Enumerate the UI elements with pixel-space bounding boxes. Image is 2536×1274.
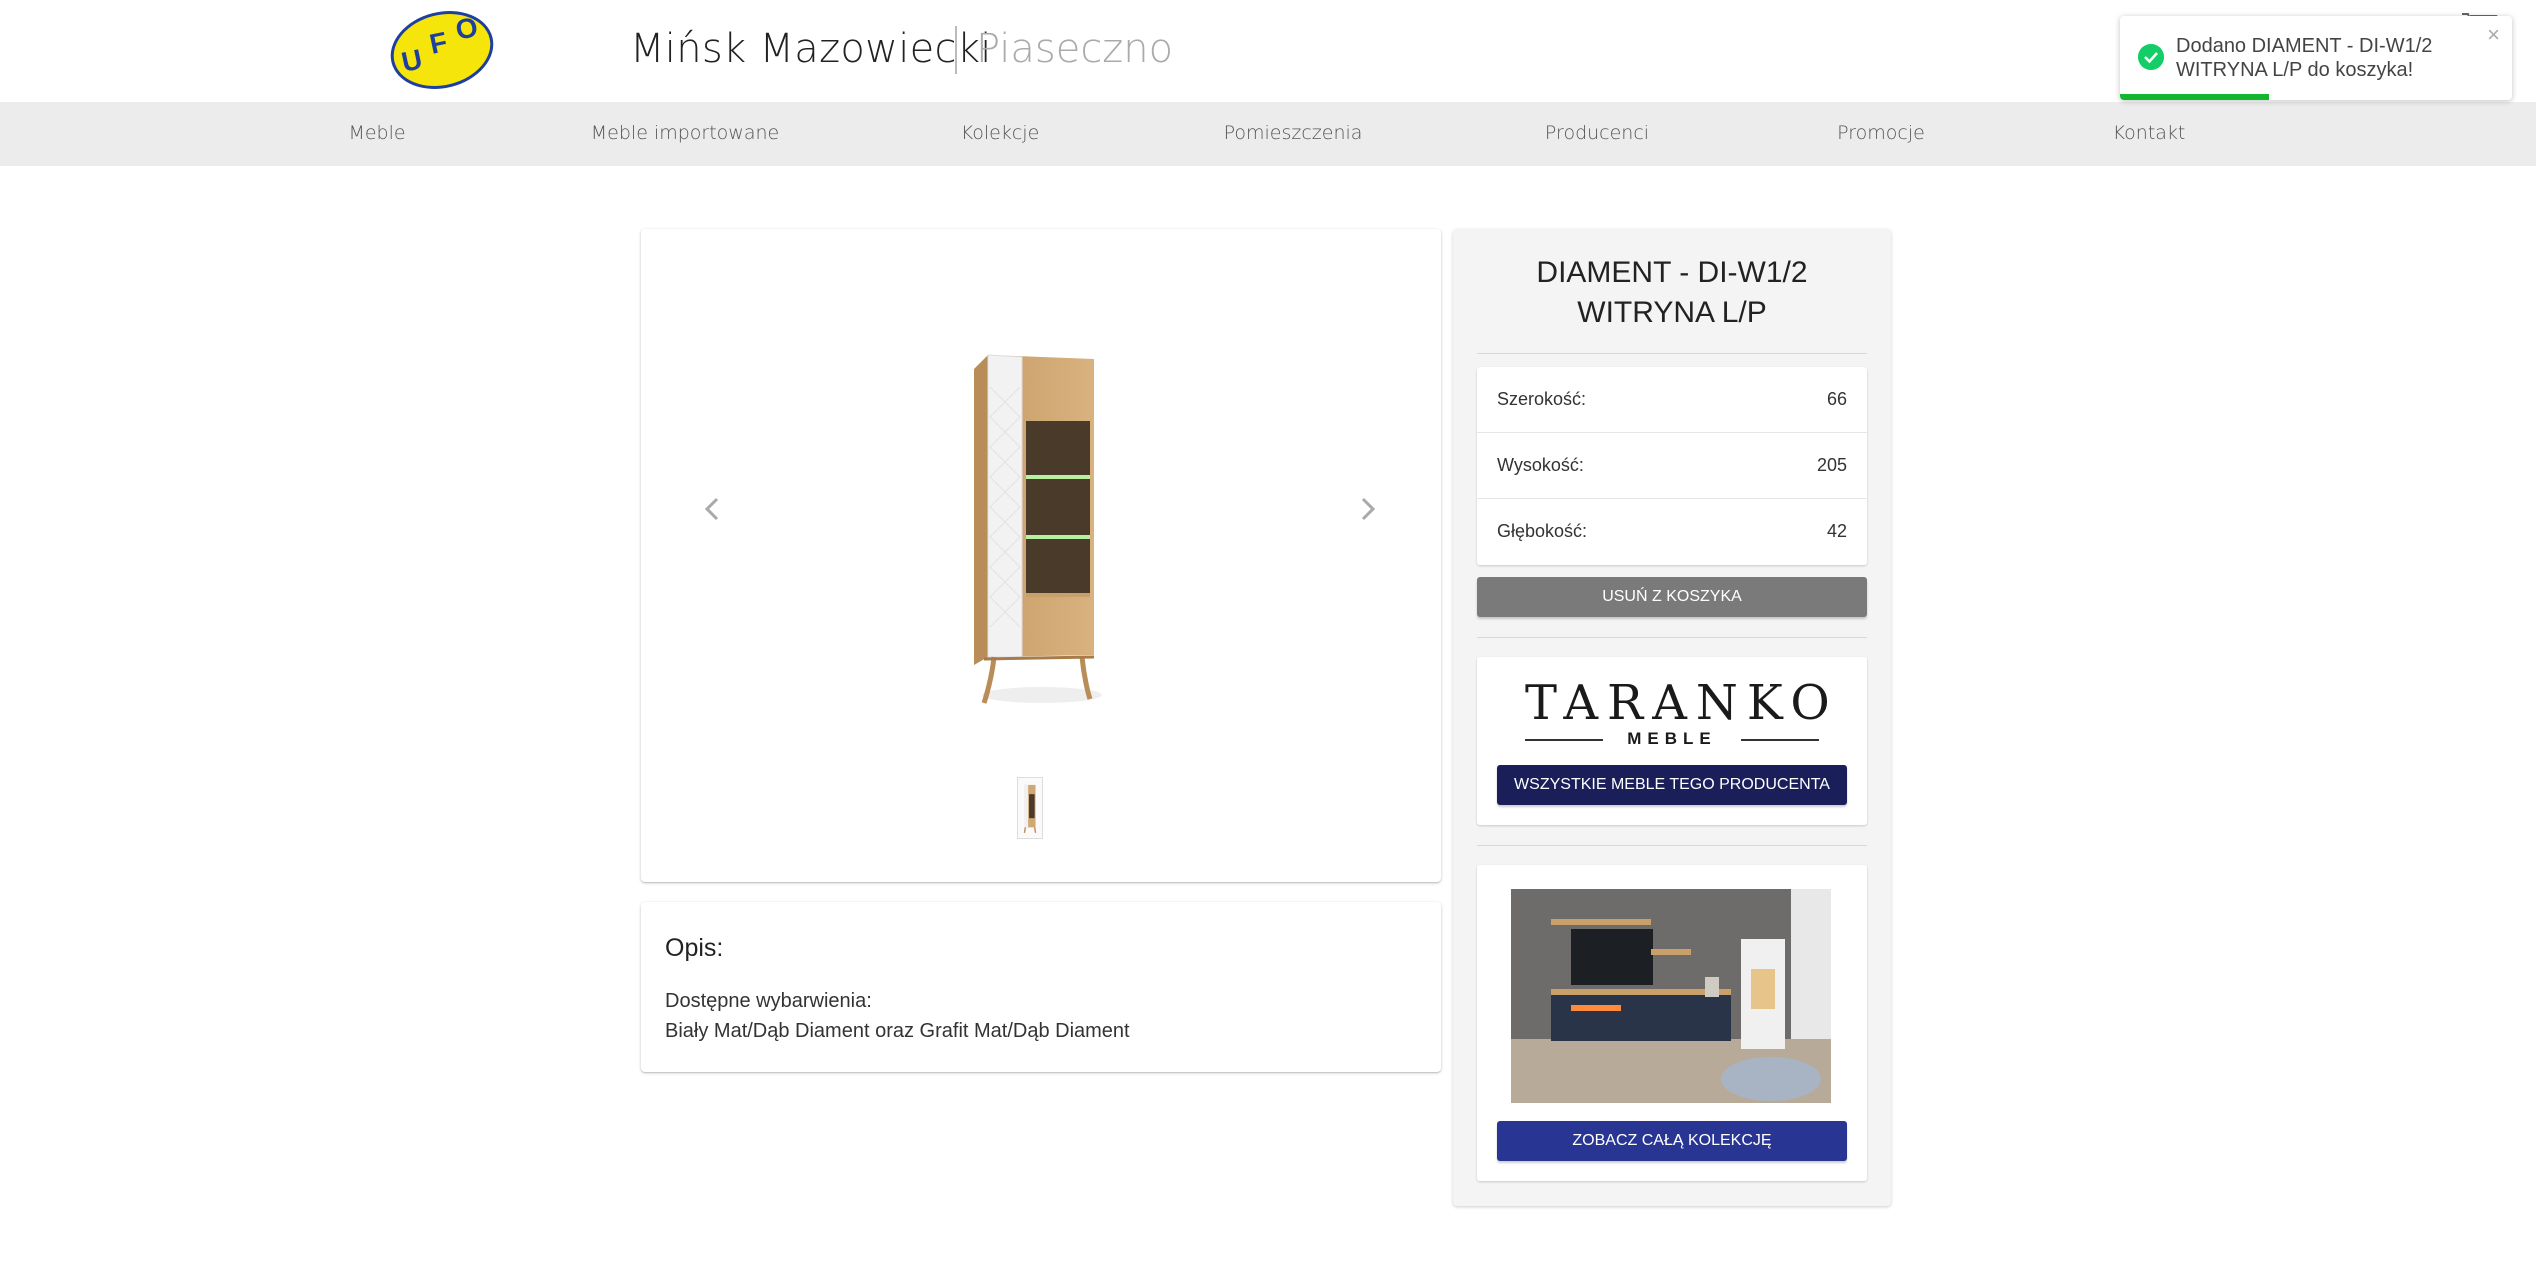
- see-collection-button[interactable]: ZOBACZ CAŁĄ KOLEKCJĘ: [1497, 1121, 1847, 1161]
- description-card: Opis: Dostępne wybarwienia: Biały Mat/Dą…: [641, 902, 1441, 1072]
- chevron-right-icon[interactable]: [1353, 491, 1383, 527]
- collection-image[interactable]: [1511, 889, 1831, 1103]
- product-thumbnail[interactable]: [1017, 777, 1043, 839]
- spec-row-depth: Głębokość: 42: [1477, 499, 1867, 565]
- spec-row-width: Szerokość: 66: [1477, 367, 1867, 433]
- spec-table: Szerokość: 66 Wysokość: 205 Głębokość: 4…: [1477, 367, 1867, 565]
- toast-notification: Dodano DIAMENT - DI-W1/2 WITRYNA L/P do …: [2120, 16, 2512, 100]
- toast-progress-bar: [2120, 94, 2269, 100]
- divider: [1477, 637, 1867, 638]
- toast-message: Dodano DIAMENT - DI-W1/2 WITRYNA L/P do …: [2176, 35, 2433, 81]
- product-gallery: [641, 229, 1441, 882]
- city-minsk-link[interactable]: Mińsk Mazowiecki: [630, 26, 992, 72]
- logo-rule-right: [1741, 739, 1819, 741]
- collection-card: ZOBACZ CAŁĄ KOLEKCJĘ: [1477, 865, 1867, 1181]
- nav-item-kolekcje[interactable]: Kolekcje: [961, 122, 1040, 144]
- product-title-line1: DIAMENT - DI-W1/2: [1536, 256, 1808, 289]
- product-title-line2: WITRYNA L/P: [1577, 296, 1767, 329]
- description-colors: Biały Mat/Dąb Diament oraz Grafit Mat/Dą…: [665, 1020, 1130, 1042]
- spec-value: 42: [1826, 521, 1847, 541]
- ufo-logo[interactable]: U F O: [388, 4, 496, 90]
- remove-from-cart-button[interactable]: USUŃ Z KOSZYKA: [1477, 577, 1867, 617]
- nav-item-meble-importowane[interactable]: Meble importowane: [591, 122, 779, 144]
- nav-item-promocje[interactable]: Promocje: [1837, 122, 1925, 144]
- description-text: Dostępne wybarwienia:: [665, 990, 872, 1012]
- divider: [1477, 353, 1867, 354]
- spec-row-height: Wysokość: 205: [1477, 433, 1867, 499]
- spec-label: Szerokość:: [1497, 389, 1587, 409]
- spec-value: 66: [1826, 389, 1847, 409]
- taranko-logo[interactable]: TARANKO MEBLE: [1525, 675, 1839, 749]
- spec-label: Głębokość:: [1497, 521, 1588, 541]
- nav-item-producenci[interactable]: Producenci: [1545, 122, 1649, 144]
- close-icon[interactable]: ×: [2487, 24, 2500, 46]
- divider: [1477, 845, 1867, 846]
- city-piaseczno-link[interactable]: Piaseczno: [976, 26, 1173, 72]
- product-title: DIAMENT - DI-W1/2 WITRYNA L/P: [1453, 253, 1891, 333]
- spec-label: Wysokość:: [1497, 455, 1584, 475]
- product-info-panel: DIAMENT - DI-W1/2 WITRYNA L/P Szerokość:…: [1453, 229, 1891, 1206]
- producer-name: TARANKO: [1525, 675, 1839, 731]
- spec-value: 205: [1816, 455, 1847, 475]
- nav-item-pomieszczenia[interactable]: Pomieszczenia: [1224, 122, 1363, 144]
- nav-item-meble[interactable]: Meble: [348, 122, 405, 144]
- product-image: [974, 354, 1102, 704]
- producer-card: TARANKO MEBLE WSZYSTKIE MEBLE TEGO PRODU…: [1477, 657, 1867, 825]
- check-circle-icon: [2138, 44, 2164, 70]
- nav-item-kontakt[interactable]: Kontakt: [2113, 122, 2186, 144]
- all-producer-furniture-button[interactable]: WSZYSTKIE MEBLE TEGO PRODUCENTA: [1497, 765, 1847, 805]
- chevron-left-icon[interactable]: [697, 491, 727, 527]
- city-separator: [955, 26, 957, 74]
- description-title: Opis:: [665, 934, 724, 962]
- main-nav: Meble Meble importowane Kolekcje Pomiesz…: [0, 102, 2536, 166]
